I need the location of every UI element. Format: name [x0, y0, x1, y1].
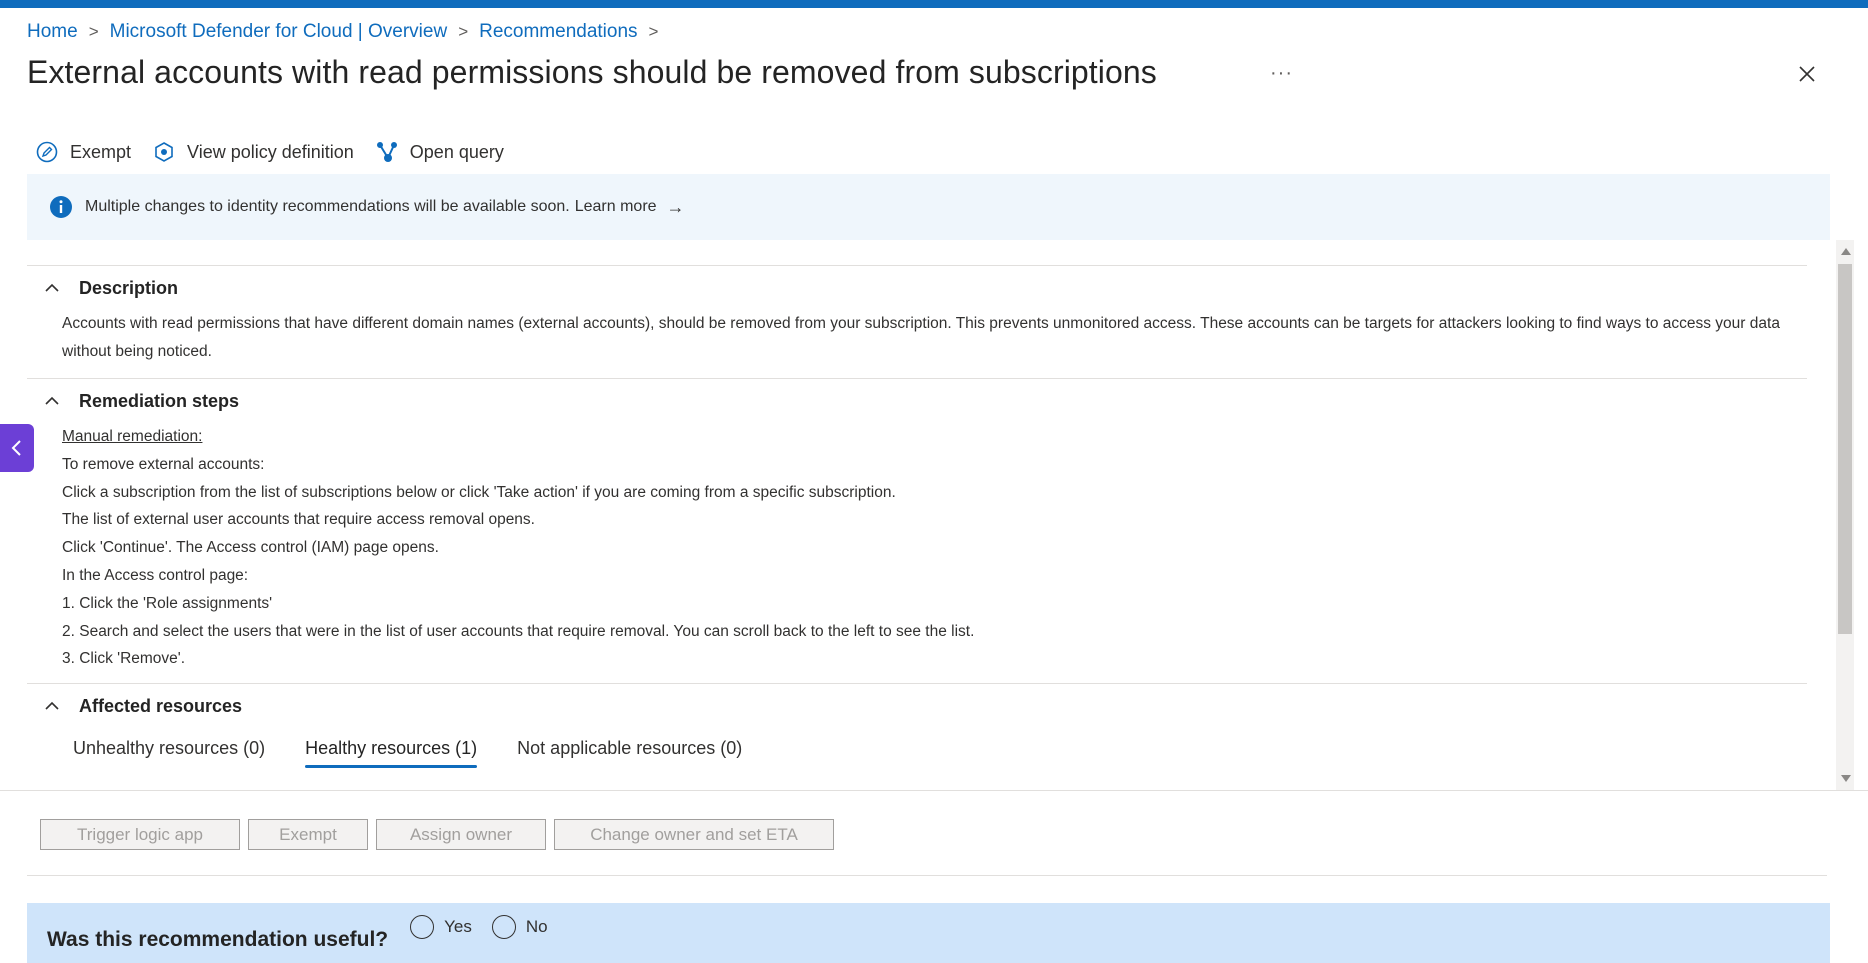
- description-text: Accounts with read permissions that have…: [62, 315, 1780, 360]
- remediation-line: Click 'Continue'. The Access control (IA…: [62, 539, 439, 557]
- action-buttons: Trigger logic app Exempt Assign owner Ch…: [40, 819, 842, 850]
- close-button[interactable]: [1795, 62, 1819, 86]
- open-query-command[interactable]: Open query: [376, 141, 504, 163]
- feedback-yes-radio[interactable]: Yes: [410, 915, 472, 939]
- remediation-heading: Remediation steps: [79, 390, 240, 411]
- divider: [0, 790, 1868, 791]
- remediation-header[interactable]: Remediation steps: [27, 379, 1807, 423]
- query-icon: [376, 142, 397, 162]
- scroll-up-icon[interactable]: [1841, 248, 1851, 255]
- description-heading: Description: [79, 277, 179, 298]
- divider: [27, 875, 1827, 876]
- feedback-no-label: No: [525, 917, 548, 936]
- vertical-scrollbar[interactable]: [1836, 240, 1854, 790]
- remediation-line: To remove external accounts:: [62, 455, 265, 473]
- breadcrumb-separator-icon: >: [88, 22, 99, 41]
- view-policy-definition-command[interactable]: View policy definition: [153, 141, 354, 163]
- radio-circle-icon: [410, 915, 435, 939]
- chevron-up-icon: [45, 396, 59, 405]
- resource-tabs: Unhealthy resources (0) Healthy resource…: [27, 728, 1807, 769]
- recommendation-details: Description Accounts with read permissio…: [27, 265, 1807, 790]
- info-icon: [50, 196, 72, 218]
- tab-healthy-resources[interactable]: Healthy resources (1): [305, 728, 478, 769]
- command-bar: Exempt View policy definition Open query: [36, 138, 526, 166]
- radio-circle-icon: [491, 915, 516, 939]
- exempt-button[interactable]: Exempt: [248, 819, 368, 850]
- trigger-logic-app-button[interactable]: Trigger logic app: [40, 819, 240, 850]
- remediation-steps: Manual remediation: To remove external a…: [27, 423, 1807, 673]
- remediation-line: 1. Click the 'Role assignments': [62, 594, 273, 612]
- manual-remediation-label: Manual remediation:: [62, 428, 203, 445]
- breadcrumb-home[interactable]: Home: [27, 21, 78, 43]
- remediation-line: The list of external user accounts that …: [62, 511, 535, 529]
- description-header[interactable]: Description: [27, 266, 1807, 310]
- breadcrumb-separator-icon: >: [458, 22, 469, 41]
- top-bar: [0, 0, 1868, 8]
- affected-resources-section: Affected resources Unhealthy resources (…: [27, 683, 1807, 769]
- info-banner: Multiple changes to identity recommendat…: [27, 174, 1830, 240]
- exempt-command-label: Exempt: [70, 141, 132, 162]
- affected-resources-header[interactable]: Affected resources: [27, 684, 1807, 728]
- chevron-up-icon: [45, 283, 59, 292]
- more-options-button[interactable]: ···: [1270, 62, 1293, 85]
- breadcrumb: Home > Microsoft Defender for Cloud | Ov…: [27, 20, 669, 44]
- remediation-line: Click a subscription from the list of su…: [62, 483, 896, 501]
- feedback-yes-label: Yes: [444, 917, 472, 936]
- exempt-command[interactable]: Exempt: [36, 141, 131, 163]
- edit-circle-icon: [36, 141, 58, 163]
- affected-resources-heading: Affected resources: [79, 695, 243, 716]
- chevron-left-icon: [11, 440, 21, 456]
- feedback-question: Was this recommendation useful?: [47, 928, 389, 951]
- tab-not-applicable-resources[interactable]: Not applicable resources (0): [517, 728, 742, 768]
- collapse-panel-button[interactable]: [0, 424, 34, 472]
- breadcrumb-separator-icon: >: [648, 22, 659, 41]
- remediation-section: Remediation steps Manual remediation: To…: [27, 378, 1807, 683]
- breadcrumb-recommendations[interactable]: Recommendations: [479, 21, 637, 43]
- arrow-right-icon[interactable]: →: [667, 197, 685, 218]
- feedback-no-radio[interactable]: No: [491, 915, 548, 939]
- scrollbar-thumb[interactable]: [1838, 264, 1852, 634]
- learn-more-link[interactable]: Learn more: [575, 198, 657, 216]
- view-policy-definition-label: View policy definition: [187, 141, 354, 162]
- tab-unhealthy-resources[interactable]: Unhealthy resources (0): [73, 728, 265, 768]
- chevron-up-icon: [45, 702, 59, 710]
- policy-icon: [155, 142, 173, 162]
- page-title: External accounts with read permissions …: [27, 54, 1157, 90]
- close-icon: [1799, 66, 1815, 82]
- open-query-label: Open query: [409, 141, 504, 162]
- scroll-down-icon[interactable]: [1841, 775, 1851, 782]
- description-section: Description Accounts with read permissio…: [27, 265, 1807, 378]
- breadcrumb-defender-overview[interactable]: Microsoft Defender for Cloud | Overview: [110, 21, 448, 43]
- feedback-bar: Was this recommendation useful? Yes No: [27, 903, 1830, 963]
- remediation-line: 3. Click 'Remove'.: [62, 650, 186, 668]
- remediation-line: 2. Search and select the users that were…: [62, 622, 975, 640]
- change-owner-eta-button[interactable]: Change owner and set ETA: [554, 819, 834, 850]
- banner-text: Multiple changes to identity recommendat…: [85, 198, 570, 215]
- remediation-line: In the Access control page:: [62, 566, 249, 584]
- assign-owner-button[interactable]: Assign owner: [376, 819, 546, 850]
